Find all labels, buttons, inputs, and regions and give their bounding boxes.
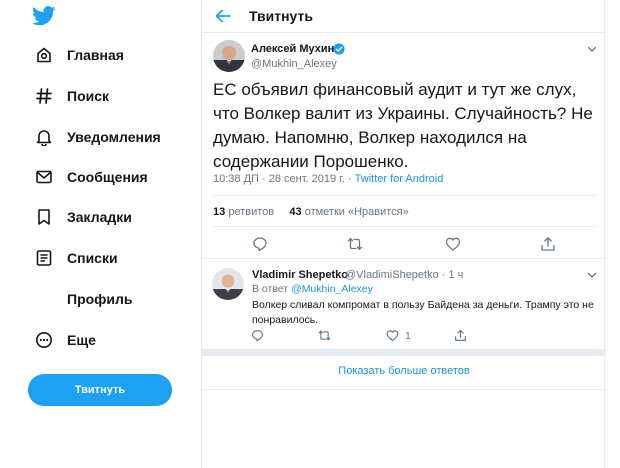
- sidebar-item-search[interactable]: Поиск: [34, 83, 109, 109]
- reply-to-prefix: В ответ: [252, 283, 292, 295]
- reply-to-handle-link[interactable]: @Mukhin_Alexey: [291, 283, 373, 295]
- likes-label: отметки «Нравится»: [304, 206, 409, 218]
- share-icon[interactable]: [454, 329, 467, 342]
- tweet-source-link[interactable]: Twitter for Android: [355, 173, 444, 185]
- retweets-count: 13: [213, 206, 226, 218]
- sidebar-item-lists[interactable]: Списки: [34, 245, 118, 271]
- main-column: Твитнуть Алексей Мухин @Mukhin_Alexey ЕС…: [201, 0, 606, 468]
- likes-count: 43: [289, 206, 302, 218]
- sidebar-item-label: Закладки: [67, 209, 132, 225]
- reply-to-line: В ответ @Mukhin_Alexey: [252, 283, 373, 295]
- reply-icon[interactable]: [252, 236, 268, 252]
- reply-author-name[interactable]: Vladimir Shepetko: [252, 269, 348, 281]
- sidebar-item-label: Сообщения: [67, 169, 148, 185]
- verified-badge-icon: [333, 43, 345, 55]
- compose-tweet-button[interactable]: Твитнуть: [28, 374, 172, 406]
- sidebar-item-profile[interactable]: Профиль: [34, 286, 133, 312]
- reply-icon[interactable]: [251, 329, 264, 342]
- tweet-author-name[interactable]: Алексей Мухин: [251, 43, 334, 55]
- likes-stat[interactable]: 43 отметки «Нравится»: [289, 206, 408, 218]
- bookmark-icon: [34, 207, 54, 227]
- tweet-meta: 10:38 ДП · 28 сент. 2019 г. · Twitter fo…: [213, 173, 443, 185]
- like-icon[interactable]: [445, 236, 461, 252]
- sidebar-item-label: Еще: [67, 332, 96, 348]
- list-icon: [34, 248, 54, 268]
- hashtag-icon: [34, 86, 54, 106]
- avatar[interactable]: [213, 40, 245, 72]
- sidebar-item-label: Профиль: [67, 291, 133, 307]
- avatar[interactable]: [212, 268, 244, 300]
- tweet-text: ЕС объявил финансовый аудит и тут же слу…: [213, 80, 593, 171]
- reply-text: Волкер сливал компромат в пользу Байдена…: [252, 299, 594, 326]
- profile-icon: [34, 289, 54, 309]
- chevron-down-icon[interactable]: [587, 44, 597, 54]
- divider: [202, 389, 606, 390]
- bell-icon: [34, 127, 54, 147]
- home-icon: [34, 45, 54, 65]
- reply-like-count: 1: [405, 330, 411, 342]
- sidebar-item-label: Поиск: [67, 88, 110, 104]
- tweet-stats: 13 ретвитов 43 отметки «Нравится»: [213, 206, 409, 218]
- sidebar-item-home[interactable]: Главная: [34, 42, 124, 68]
- sidebar-item-more[interactable]: Еще: [34, 327, 96, 353]
- sidebar-item-label: Уведомления: [67, 129, 161, 145]
- retweets-stat[interactable]: 13 ретвитов: [213, 206, 274, 218]
- page-header: Твитнуть: [202, 0, 606, 33]
- sidebar-item-label: Главная: [67, 47, 124, 63]
- section-separator: [202, 349, 606, 356]
- tweet-timestamp[interactable]: 10:38 ДП · 28 сент. 2019 г. ·: [213, 173, 355, 185]
- twitter-bird-icon[interactable]: [32, 6, 56, 26]
- sidebar: Главная Поиск Уведомления Сообщения Закл…: [0, 0, 200, 468]
- share-icon[interactable]: [540, 236, 556, 252]
- page-title: Твитнуть: [249, 8, 313, 24]
- like-icon[interactable]: [386, 329, 399, 342]
- divider: [202, 258, 606, 259]
- retweet-icon[interactable]: [347, 236, 363, 252]
- reply-author-handle[interactable]: @VladimiShepetko · 1 ч: [345, 269, 463, 281]
- chevron-down-icon[interactable]: [587, 270, 597, 280]
- sidebar-item-notifications[interactable]: Уведомления: [34, 124, 161, 150]
- show-more-replies-link[interactable]: Показать больше ответов: [202, 365, 606, 377]
- back-arrow-icon[interactable]: [214, 8, 232, 24]
- envelope-icon: [34, 167, 54, 187]
- retweets-label: ретвитов: [228, 206, 275, 218]
- sidebar-item-bookmarks[interactable]: Закладки: [34, 204, 132, 230]
- more-icon: [34, 330, 54, 350]
- retweet-icon[interactable]: [318, 329, 331, 342]
- sidebar-item-messages[interactable]: Сообщения: [34, 164, 148, 190]
- divider: [213, 226, 598, 227]
- sidebar-item-label: Списки: [67, 250, 118, 266]
- tweet-author-handle[interactable]: @Mukhin_Alexey: [251, 58, 337, 70]
- divider: [213, 195, 598, 196]
